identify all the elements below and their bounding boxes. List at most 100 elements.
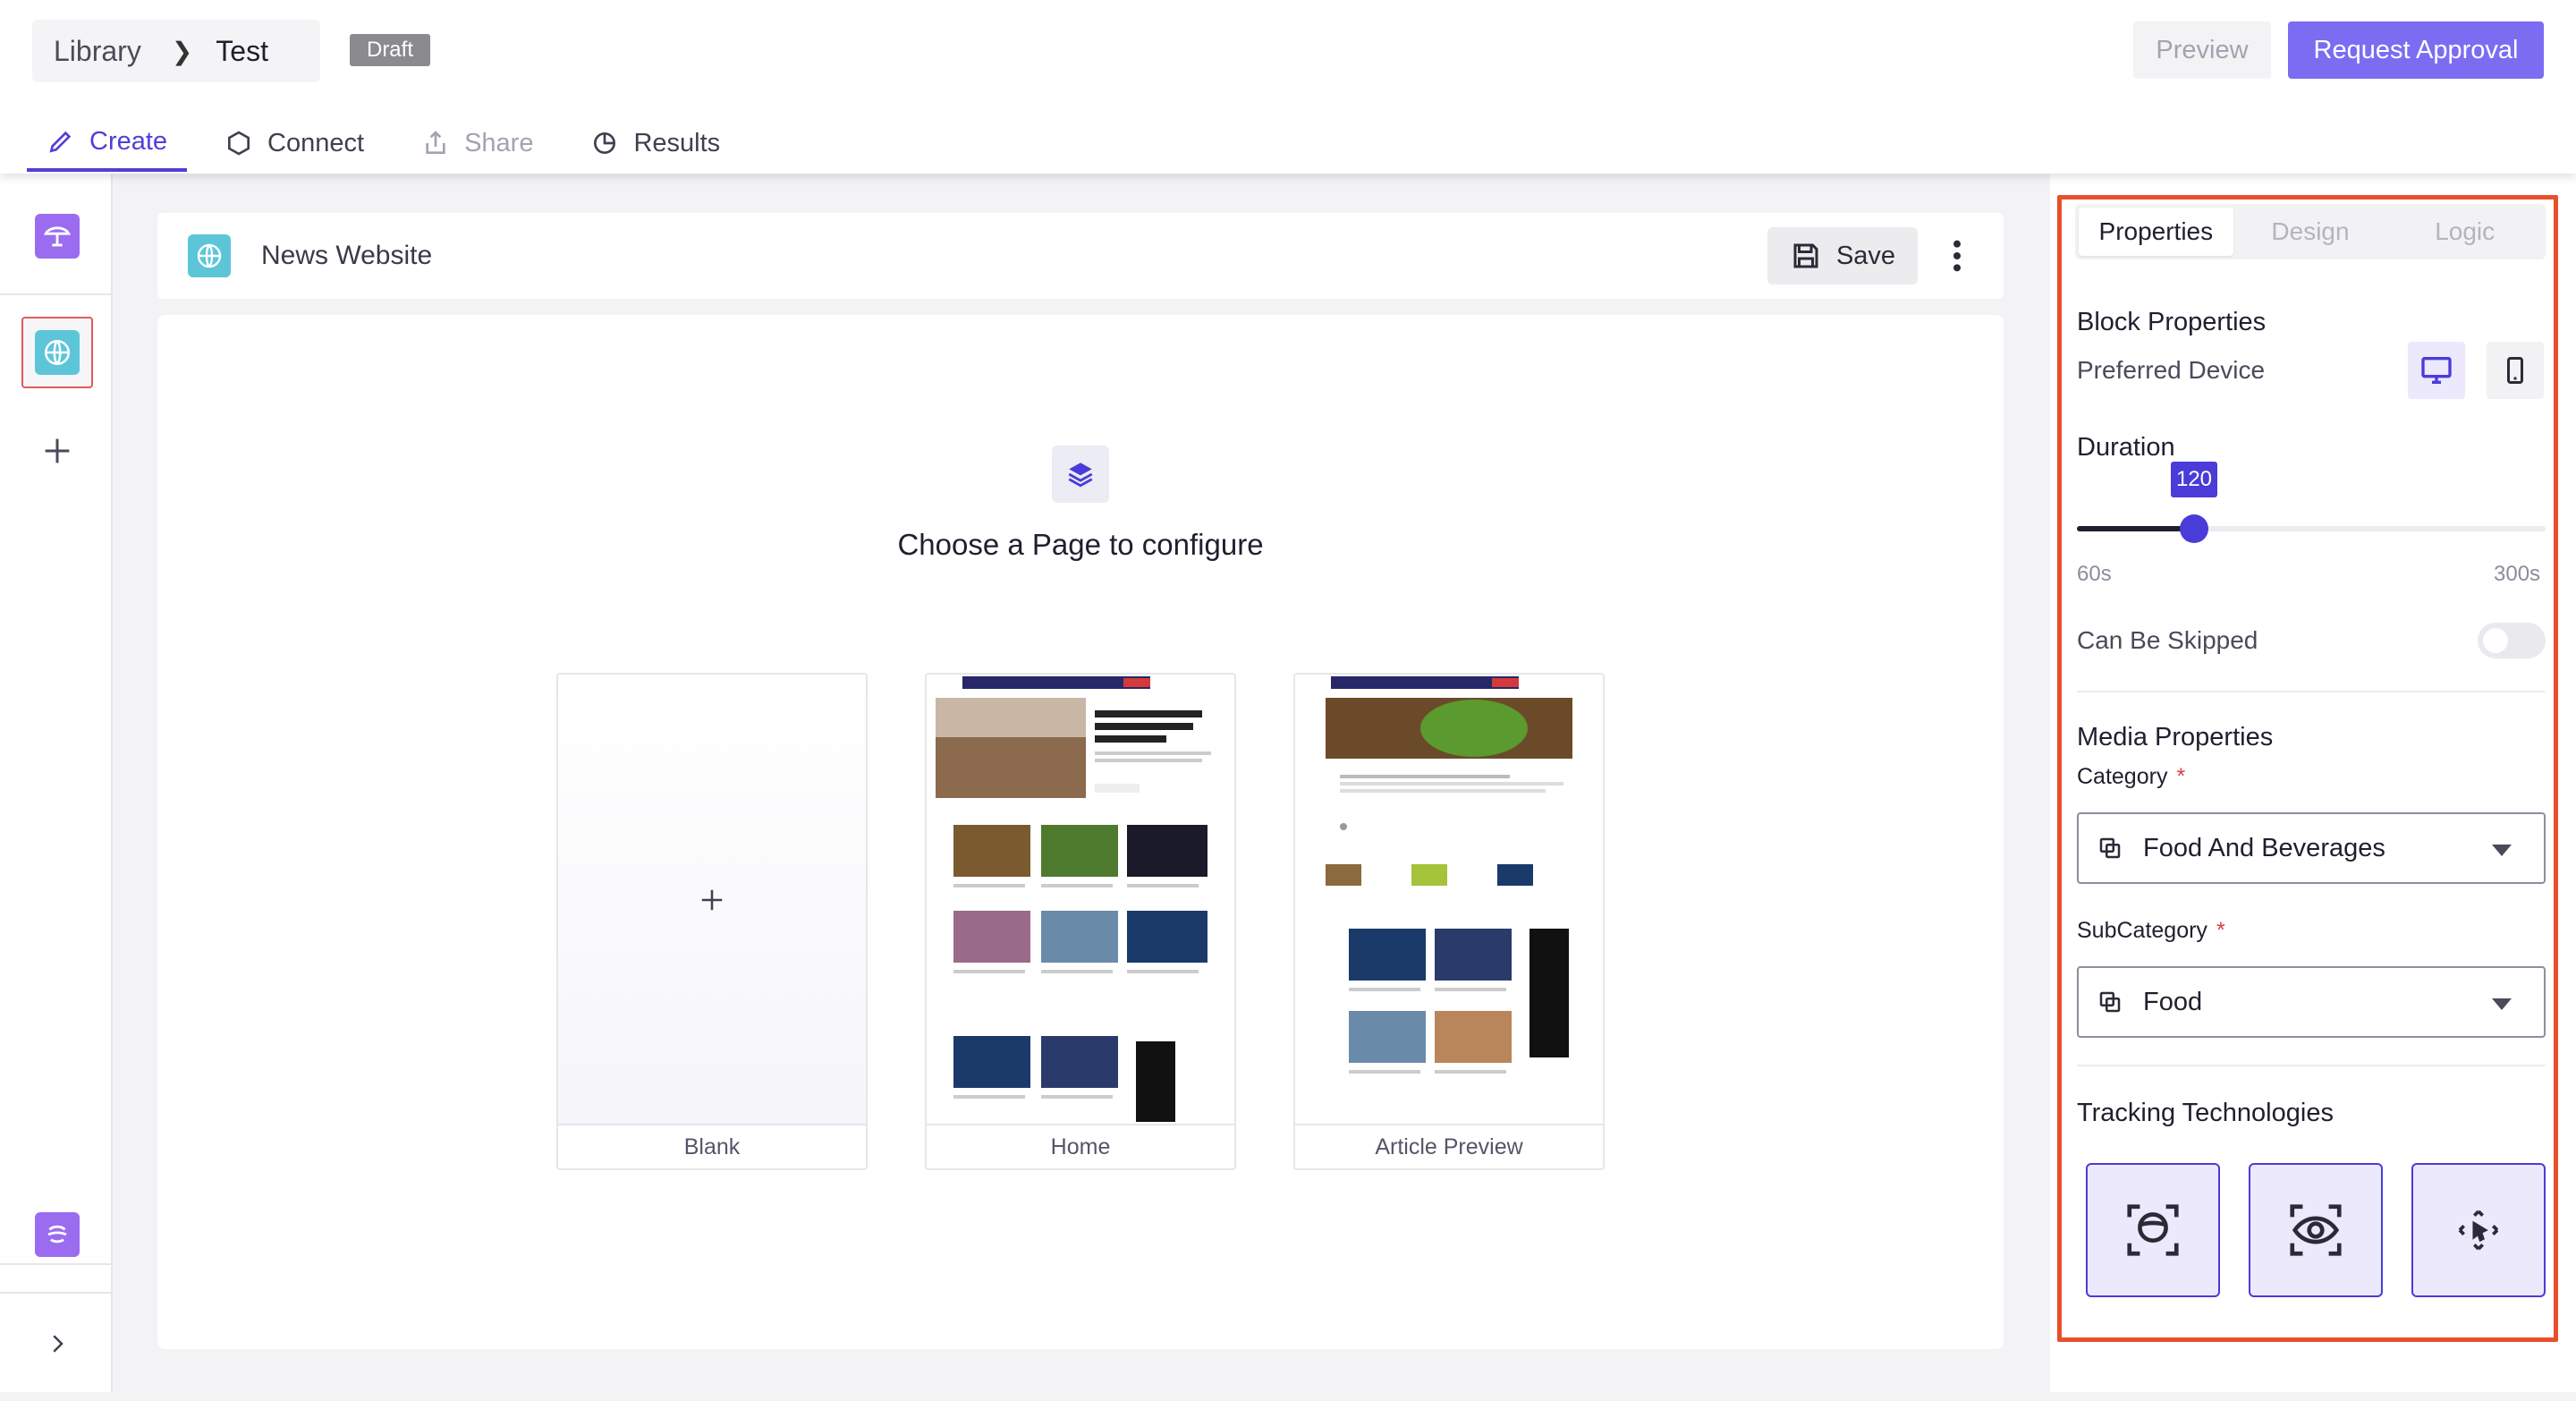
subcategory-label: SubCategory *	[2077, 918, 2225, 944]
duration-slider[interactable]: 120	[2077, 462, 2546, 543]
toggle-knob	[2483, 628, 2508, 653]
survey-app-icon	[35, 214, 80, 259]
status-badge: Draft	[350, 34, 430, 66]
category-label: Category *	[2077, 764, 2185, 790]
caret-down-icon	[2492, 845, 2512, 856]
template-card-home[interactable]: Home	[925, 673, 1236, 1170]
page-title: News Website	[261, 241, 433, 270]
tab-results-label: Results	[633, 128, 721, 157]
brand-app-icon	[35, 1212, 80, 1257]
template-card-article-preview[interactable]: Article Preview	[1293, 673, 1605, 1170]
tab-results[interactable]: Results	[571, 115, 740, 172]
more-vertical-icon	[1953, 240, 1961, 272]
required-asterisk: *	[2216, 918, 2225, 943]
copy-icon	[2097, 987, 2127, 1017]
tab-connect[interactable]: Connect	[205, 115, 384, 172]
expand-chevron-icon	[53, 1335, 64, 1353]
category-label-text: Category	[2077, 764, 2168, 789]
preview-button[interactable]: Preview	[2133, 21, 2271, 79]
duration-heading: Duration	[2077, 433, 2175, 462]
slider-fill	[2077, 526, 2194, 531]
face-tracking-button[interactable]	[2086, 1163, 2220, 1297]
slider-value-bubble: 120	[2171, 462, 2217, 497]
block-properties-heading: Block Properties	[2077, 308, 2267, 336]
main-tabs: Create Connect Share Results	[27, 115, 758, 172]
left-rail	[0, 174, 113, 1392]
slider-thumb[interactable]	[2180, 514, 2208, 543]
pie-chart-icon	[594, 132, 616, 154]
globe-icon	[188, 234, 231, 277]
breadcrumb: Library ❯ Test	[32, 20, 320, 82]
hexagon-icon	[228, 131, 250, 156]
media-properties-heading: Media Properties	[2077, 723, 2274, 751]
template-label: Home	[927, 1124, 1234, 1168]
category-value: Food And Beverages	[2143, 833, 2385, 862]
floppy-disk-icon	[1793, 243, 1818, 268]
mobile-icon	[2507, 357, 2523, 384]
caret-down-icon	[2492, 998, 2512, 1010]
tab-share[interactable]: Share	[402, 115, 553, 172]
template-thumbnail	[927, 675, 1234, 1125]
tab-properties[interactable]: Properties	[2079, 208, 2233, 256]
eye-tracking-icon	[2290, 1204, 2342, 1256]
chevron-right-icon: ❯	[171, 37, 193, 65]
rail-divider	[0, 1292, 113, 1294]
page-canvas: Choose a Page to configure Blank Home Ar…	[157, 315, 2004, 1349]
cursor-tracking-button[interactable]	[2411, 1163, 2546, 1297]
tab-create[interactable]: Create	[27, 115, 188, 172]
panel-tabs: Properties Design Logic	[2075, 204, 2546, 259]
template-thumbnail	[1295, 675, 1603, 1125]
rail-item-website[interactable]	[21, 317, 93, 388]
tab-connect-label: Connect	[267, 128, 365, 157]
cursor-tracking-icon	[2458, 1210, 2499, 1251]
copy-icon	[2097, 833, 2127, 863]
more-options-button[interactable]	[1928, 227, 1986, 284]
subcategory-value: Food	[2143, 987, 2203, 1016]
home-preview-image	[927, 675, 1234, 1122]
page-header-bar: News Website Save	[157, 213, 2004, 299]
tab-create-label: Create	[89, 126, 168, 156]
request-approval-button[interactable]: Request Approval	[2288, 21, 2544, 79]
rail-expand-button[interactable]	[21, 1308, 93, 1380]
tab-share-label: Share	[464, 128, 534, 157]
face-tracking-icon	[2127, 1204, 2179, 1256]
template-thumbnail	[558, 675, 866, 1125]
tracking-technologies-heading: Tracking Technologies	[2077, 1099, 2334, 1127]
can-be-skipped-toggle[interactable]	[2478, 623, 2546, 658]
add-icon	[45, 438, 70, 463]
rail-divider	[0, 293, 113, 295]
duration-max-label: 300s	[2494, 562, 2541, 586]
layers-icon	[1052, 446, 1109, 503]
template-label: Article Preview	[1295, 1124, 1603, 1168]
top-header: Library ❯ Test Draft Preview Request App…	[0, 0, 2576, 174]
breadcrumb-current: Test	[216, 34, 268, 67]
divider	[2077, 691, 2546, 692]
tab-design[interactable]: Design	[2233, 208, 2388, 256]
add-icon	[694, 882, 730, 918]
share-icon	[426, 131, 445, 154]
category-select[interactable]: Food And Beverages	[2077, 812, 2546, 884]
website-globe-icon	[35, 330, 80, 375]
tab-logic[interactable]: Logic	[2387, 208, 2542, 256]
breadcrumb-library[interactable]: Library	[54, 35, 141, 68]
save-button[interactable]: Save	[1767, 227, 1918, 284]
save-label: Save	[1835, 241, 1896, 270]
subcategory-select[interactable]: Food	[2077, 966, 2546, 1038]
desktop-device-button[interactable]	[2408, 342, 2465, 399]
required-asterisk: *	[2176, 764, 2186, 789]
template-label: Blank	[558, 1124, 866, 1168]
subcategory-label-text: SubCategory	[2077, 918, 2207, 943]
desktop-icon	[2421, 357, 2452, 384]
rail-item-brand[interactable]	[21, 1199, 93, 1270]
template-card-blank[interactable]: Blank	[556, 673, 868, 1170]
pencil-icon	[49, 131, 72, 153]
preferred-device-label: Preferred Device	[2077, 356, 2266, 384]
divider	[2077, 1065, 2546, 1066]
duration-min-label: 60s	[2077, 562, 2112, 586]
can-be-skipped-label: Can Be Skipped	[2077, 626, 2258, 654]
eye-tracking-button[interactable]	[2249, 1163, 2383, 1297]
article-preview-image	[1326, 676, 1572, 1074]
rail-item-survey[interactable]	[21, 200, 93, 272]
rail-add-button[interactable]	[21, 415, 93, 487]
mobile-device-button[interactable]	[2487, 342, 2544, 399]
